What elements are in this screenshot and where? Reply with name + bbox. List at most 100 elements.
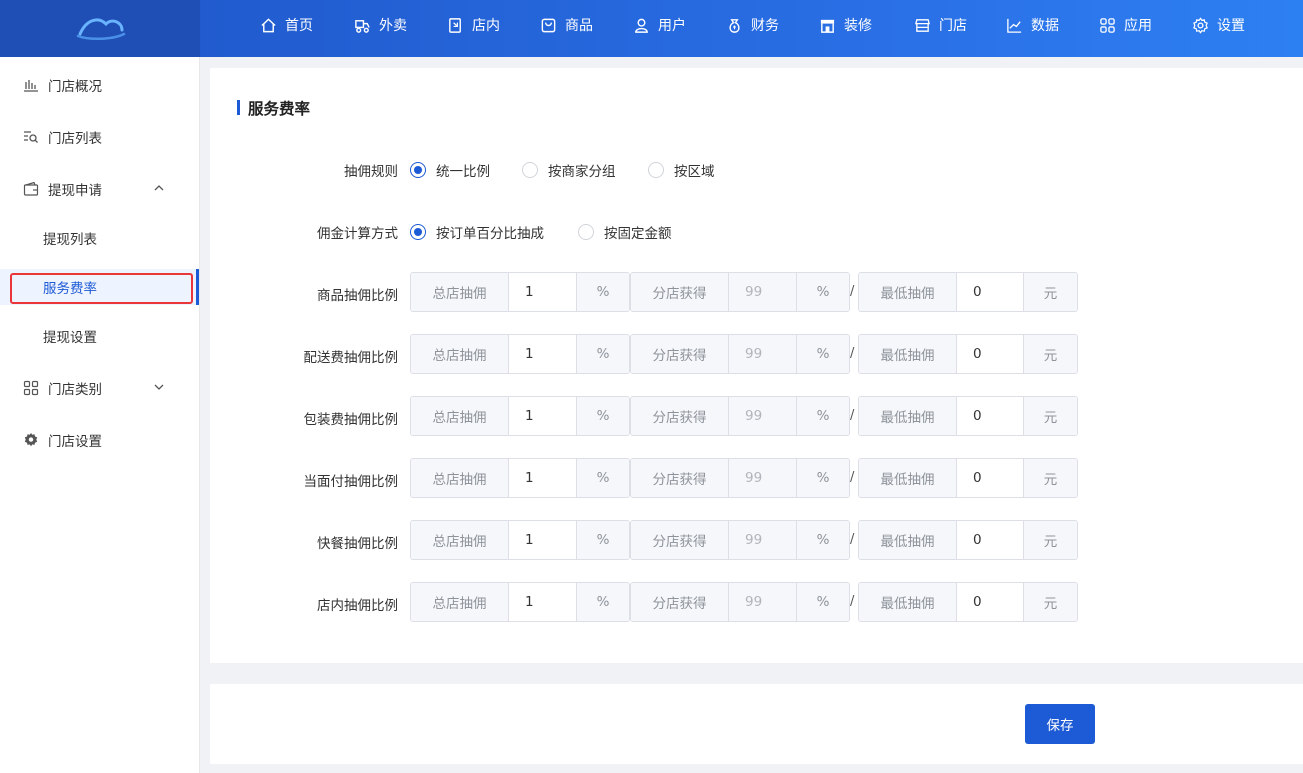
hq-commission-input[interactable]: 1 xyxy=(508,273,577,311)
nav-delivery[interactable]: 外卖 xyxy=(353,0,407,50)
rate-row-label: 配送费抽佣比例 xyxy=(303,350,399,366)
hq-commission-input[interactable]: 1 xyxy=(508,335,577,373)
min-commission-input[interactable]: 0 xyxy=(956,459,1024,497)
branch-share-input: 99 xyxy=(728,459,797,497)
nav-finance[interactable]: 财务 xyxy=(725,0,779,50)
radio-fixed-amount[interactable]: 按固定金额 xyxy=(578,222,672,242)
branch-share-group: 分店获得 99 % xyxy=(630,334,850,374)
radio-dot xyxy=(578,224,594,240)
branch-share-addon: 分店获得 xyxy=(631,397,728,435)
radio-label: 按区域 xyxy=(674,164,715,180)
nav-product[interactable]: 商品 xyxy=(539,0,593,50)
separator-slash: / xyxy=(850,594,855,609)
separator-slash: / xyxy=(850,346,855,361)
min-commission-input[interactable]: 0 xyxy=(956,273,1024,311)
hq-commission-input[interactable]: 1 xyxy=(508,583,577,621)
hq-commission-group: 总店抽佣 1 % xyxy=(410,396,630,436)
sidebar-item-label: 门店概况 xyxy=(48,79,102,95)
sidebar-subitem-withdraw-settings[interactable]: 提现设置 xyxy=(0,318,199,354)
sidebar-item-store-list[interactable]: 门店列表 xyxy=(0,117,199,157)
min-commission-input[interactable]: 0 xyxy=(956,335,1024,373)
min-commission-addon: 最低抽佣 xyxy=(859,273,956,311)
min-commission-group: 最低抽佣 0 元 xyxy=(858,396,1078,436)
nav-data[interactable]: 数据 xyxy=(1005,0,1059,50)
hq-commission-group: 总店抽佣 1 % xyxy=(410,272,630,312)
nav-store[interactable]: 门店 xyxy=(913,0,967,50)
yuan-unit: 元 xyxy=(1024,273,1077,311)
sidebar-item-label: 提现申请 xyxy=(48,183,102,199)
yuan-unit: 元 xyxy=(1024,583,1077,621)
radio-unified-ratio[interactable]: 统一比例 xyxy=(410,160,490,180)
radio-label: 按商家分组 xyxy=(548,164,616,180)
nav-home[interactable]: 首页 xyxy=(259,0,313,50)
sidebar-subitem-withdraw-list[interactable]: 提现列表 xyxy=(0,220,199,256)
branch-share-input: 99 xyxy=(728,583,797,621)
nav-decoration[interactable]: 装修 xyxy=(818,0,872,50)
nav-label: 店内 xyxy=(472,18,500,34)
min-commission-addon: 最低抽佣 xyxy=(859,459,956,497)
radio-dot xyxy=(410,224,426,240)
percent-unit: % xyxy=(577,583,629,621)
yuan-unit: 元 xyxy=(1024,459,1077,497)
hq-commission-addon: 总店抽佣 xyxy=(411,273,508,311)
percent-unit: % xyxy=(577,521,629,559)
sidebar-item-withdraw-apply[interactable]: 提现申请 xyxy=(0,169,199,209)
hq-commission-addon: 总店抽佣 xyxy=(411,459,508,497)
sidebar-subitem-service-rate[interactable]: 服务费率 xyxy=(0,269,199,305)
nav-label: 商品 xyxy=(565,18,593,34)
save-button[interactable]: 保存 xyxy=(1025,704,1095,744)
list-search-icon xyxy=(23,129,39,145)
nav-label: 财务 xyxy=(751,18,779,34)
sidebar-item-store-settings[interactable]: 门店设置 xyxy=(0,420,199,460)
min-commission-input[interactable]: 0 xyxy=(956,521,1024,559)
radio-order-percentage[interactable]: 按订单百分比抽成 xyxy=(410,222,544,242)
min-commission-group: 最低抽佣 0 元 xyxy=(858,458,1078,498)
separator-slash: / xyxy=(850,284,855,299)
hq-commission-addon: 总店抽佣 xyxy=(411,335,508,373)
min-commission-input[interactable]: 0 xyxy=(956,397,1024,435)
hq-commission-group: 总店抽佣 1 % xyxy=(410,458,630,498)
yuan-unit: 元 xyxy=(1024,397,1077,435)
hq-commission-addon: 总店抽佣 xyxy=(411,521,508,559)
bar-chart-icon xyxy=(23,77,39,93)
nav-user[interactable]: 用户 xyxy=(632,0,686,50)
sidebar-item-store-overview[interactable]: 门店概况 xyxy=(0,65,199,105)
gear-icon xyxy=(23,432,39,448)
nav-label: 首页 xyxy=(285,18,313,34)
radio-label: 统一比例 xyxy=(436,164,490,180)
logo[interactable] xyxy=(0,0,200,57)
hq-commission-group: 总店抽佣 1 % xyxy=(410,334,630,374)
hq-commission-input[interactable]: 1 xyxy=(508,459,577,497)
hq-commission-input[interactable]: 1 xyxy=(508,521,577,559)
cloud-logo-icon xyxy=(76,18,126,40)
nav-dine-in[interactable]: 店内 xyxy=(446,0,500,50)
dine-in-icon xyxy=(446,16,464,34)
rate-row-label: 商品抽佣比例 xyxy=(317,288,398,304)
percent-unit: % xyxy=(797,459,849,497)
separator-slash: / xyxy=(850,470,855,485)
min-commission-addon: 最低抽佣 xyxy=(859,521,956,559)
rate-row-label: 当面付抽佣比例 xyxy=(303,474,399,490)
radio-by-merchant-group[interactable]: 按商家分组 xyxy=(522,160,616,180)
radio-by-region[interactable]: 按区域 xyxy=(648,160,715,180)
nav-label: 应用 xyxy=(1124,18,1152,34)
sidebar-subitem-label: 提现列表 xyxy=(43,232,97,248)
chart-icon xyxy=(1005,16,1023,34)
min-commission-input[interactable]: 0 xyxy=(956,583,1024,621)
branch-share-input: 99 xyxy=(728,521,797,559)
delivery-icon xyxy=(353,16,371,34)
chevron-up-icon xyxy=(154,185,164,191)
nav-settings[interactable]: 设置 xyxy=(1191,0,1245,50)
hq-commission-addon: 总店抽佣 xyxy=(411,583,508,621)
nav-label: 外卖 xyxy=(379,18,407,34)
page-title: 服务费率 xyxy=(237,97,310,119)
nav-label: 设置 xyxy=(1217,18,1245,34)
branch-share-addon: 分店获得 xyxy=(631,273,728,311)
hq-commission-input[interactable]: 1 xyxy=(508,397,577,435)
branch-share-addon: 分店获得 xyxy=(631,521,728,559)
sidebar-item-store-category[interactable]: 门店类别 xyxy=(0,368,199,408)
branch-share-input: 99 xyxy=(728,273,797,311)
radio-dot xyxy=(648,162,664,178)
nav-apps[interactable]: 应用 xyxy=(1098,0,1152,50)
yuan-unit: 元 xyxy=(1024,521,1077,559)
